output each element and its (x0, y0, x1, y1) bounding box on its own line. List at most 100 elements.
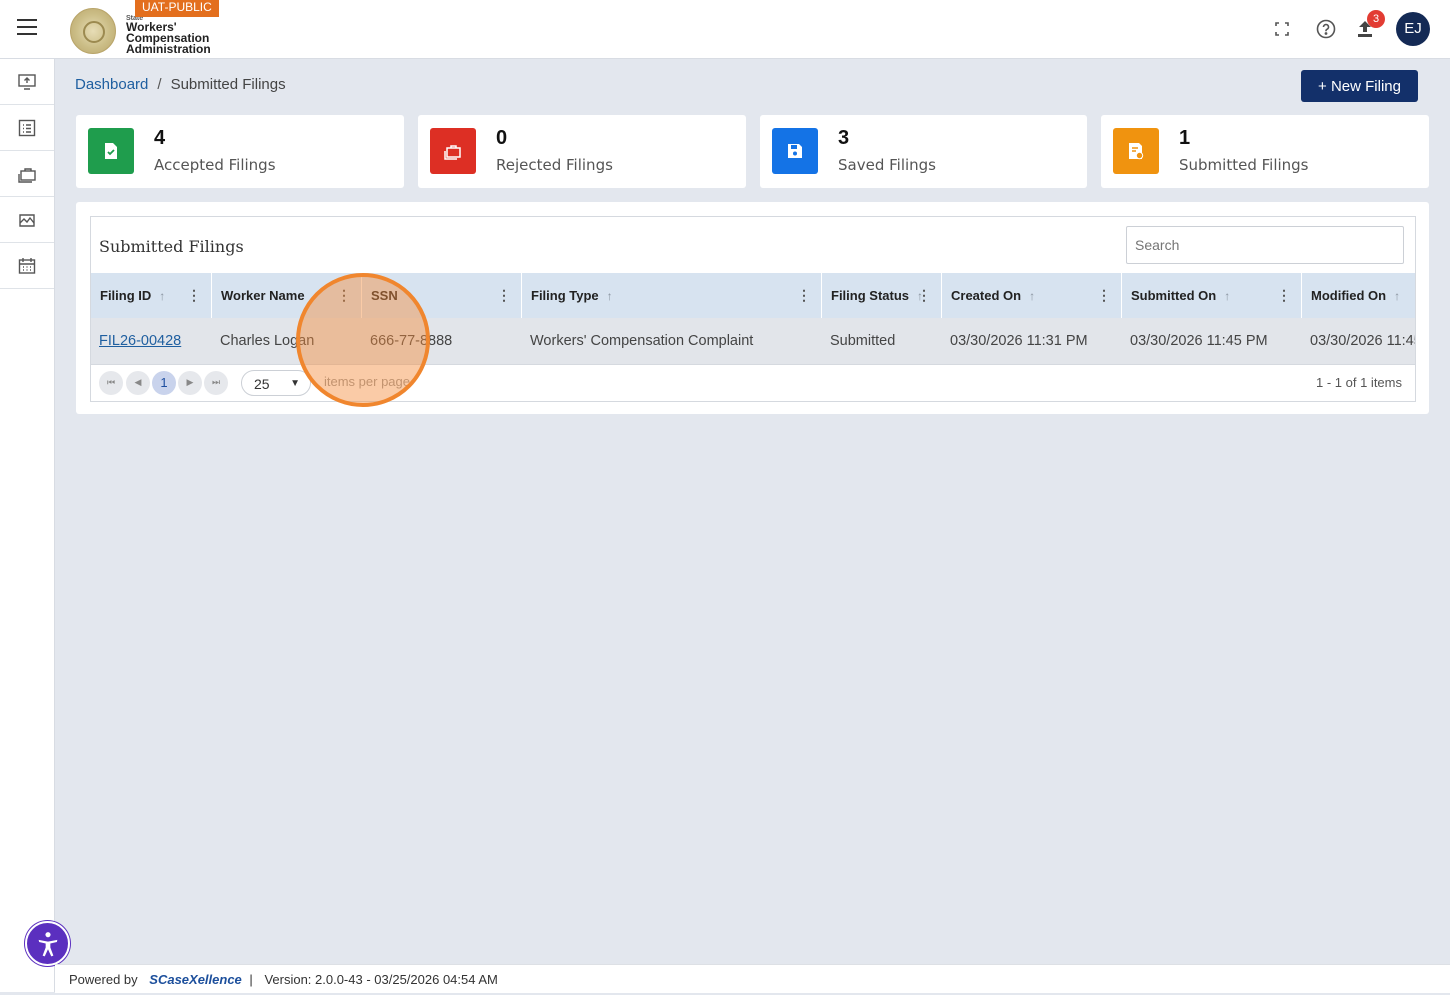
pager-info: 1 - 1 of 1 items (1316, 375, 1402, 390)
prev-page-icon[interactable]: ◀ (126, 371, 150, 395)
table-header: Filing ID ↑ ⋮ Worker Name ⋮ SSN ⋮ Filing … (91, 273, 1415, 318)
next-page-icon[interactable]: ▶ (178, 371, 202, 395)
save-icon (772, 128, 818, 174)
column-label: Modified On (1311, 288, 1387, 303)
environment-badge: UAT-PUBLIC (135, 0, 219, 17)
column-menu-icon[interactable]: ⋮ (337, 273, 351, 318)
column-header-submitted-on[interactable]: Submitted On ↑ ⋮ (1122, 273, 1302, 318)
casexellence-logo: SCaseXellence (149, 972, 242, 987)
sidebar-item-filings[interactable] (0, 105, 54, 151)
sidebar-item-cases[interactable] (0, 151, 54, 197)
grid-title: Submitted Filings (99, 237, 244, 256)
filings-panel: Submitted Filings Filing ID ↑ ⋮ Worker Na… (76, 202, 1429, 414)
briefcase-icon (18, 167, 36, 183)
document-clock-icon (1113, 128, 1159, 174)
powered-by-label: Powered by (69, 972, 138, 987)
first-page-icon[interactable]: ⏮ (99, 371, 123, 395)
column-menu-icon[interactable]: ⋮ (917, 273, 931, 318)
page-size-value: 25 (254, 376, 270, 392)
summary-card-submitted[interactable]: 1 Submitted Filings (1101, 115, 1429, 188)
sort-arrow-icon[interactable]: ↑ (607, 289, 613, 303)
notification-count-badge: 3 (1367, 10, 1385, 28)
cell-filing-type: Workers' Compensation Complaint (530, 333, 754, 349)
chevron-down-icon: ▼ (290, 378, 300, 389)
new-filing-button[interactable]: + New Filing (1301, 70, 1418, 102)
cell-created-on: 03/30/2026 11:31 PM (950, 333, 1088, 349)
breadcrumb-current: Submitted Filings (170, 76, 286, 93)
cell-filing-id: FIL26-00428 (91, 318, 212, 364)
sort-arrow-icon[interactable]: ↑ (1029, 289, 1035, 303)
column-header-filing-type[interactable]: Filing Type ↑ ⋮ (522, 273, 822, 318)
accepted-count: 4 (154, 127, 166, 149)
page-size-select[interactable]: 25 ▼ (241, 370, 311, 396)
column-menu-icon[interactable]: ⋮ (187, 273, 201, 318)
column-menu-icon[interactable]: ⋮ (797, 273, 811, 318)
search-input[interactable] (1126, 226, 1404, 264)
cell-submitted-on: 03/30/2026 11:45 PM (1130, 333, 1268, 349)
cell-ssn: 666-77-8888 (370, 333, 453, 349)
breadcrumb: Dashboard / Submitted Filings (75, 76, 286, 93)
column-menu-icon[interactable]: ⋮ (497, 273, 511, 318)
column-header-created-on[interactable]: Created On ↑ ⋮ (942, 273, 1122, 318)
rejected-label: Rejected Filings (496, 156, 613, 174)
column-label: Submitted On (1131, 288, 1217, 303)
document-image-icon (19, 213, 35, 227)
brand-name: CaseXellence (157, 972, 242, 987)
sidebar (0, 59, 55, 992)
column-header-filing-status[interactable]: Filing Status ↑ ⋮ (822, 273, 942, 318)
summary-card-accepted[interactable]: 4 Accepted Filings (76, 115, 404, 188)
items-per-page-label: items per page (324, 374, 410, 389)
submitted-label: Submitted Filings (1179, 156, 1309, 174)
accessibility-icon (38, 931, 57, 956)
saved-count: 3 (838, 127, 850, 149)
column-label: Filing ID (100, 288, 152, 303)
breadcrumb-separator: / (157, 76, 162, 93)
column-menu-icon[interactable]: ⋮ (1277, 273, 1291, 318)
version-label: Version: 2.0.0-43 - 03/25/2026 04:54 AM (264, 972, 498, 987)
state-seal-logo (70, 8, 116, 54)
sidebar-item-upload[interactable] (0, 59, 54, 105)
checklist-icon (18, 119, 36, 136)
sidebar-item-calendar[interactable] (0, 243, 54, 289)
breadcrumb-dashboard-link[interactable]: Dashboard (75, 76, 148, 93)
user-avatar[interactable]: EJ (1396, 12, 1430, 46)
pager: ⏮ ◀ 1 ▶ ⏭ 25 ▼ items per page 1 - 1 of 1 … (91, 364, 1415, 401)
cell-modified-on: 03/30/2026 11:45 PM (1310, 333, 1415, 349)
fullscreen-icon[interactable] (1271, 18, 1293, 40)
filing-id-link[interactable]: FIL26-00428 (99, 333, 181, 349)
column-menu-icon[interactable]: ⋮ (1097, 273, 1111, 318)
sort-arrow-icon[interactable]: ↑ (1224, 289, 1230, 303)
accepted-label: Accepted Filings (154, 156, 276, 174)
cell-worker-name: Charles Logan (220, 333, 315, 349)
column-header-filing-id[interactable]: Filing ID ↑ ⋮ (91, 273, 212, 318)
saved-label: Saved Filings (838, 156, 936, 174)
sort-arrow-icon[interactable]: ↑ (159, 289, 165, 303)
calendar-icon (18, 257, 36, 274)
footer-separator: | (249, 972, 253, 987)
summary-card-rejected[interactable]: 0 Rejected Filings (418, 115, 746, 188)
help-icon[interactable] (1315, 18, 1337, 40)
table-row[interactable]: FIL26-00428 Charles Logan 666-77-8888 Wo… (91, 318, 1415, 364)
column-label: Filing Status (831, 288, 909, 303)
submitted-count: 1 (1179, 127, 1191, 149)
accessibility-button[interactable] (25, 921, 70, 966)
summary-card-saved[interactable]: 3 Saved Filings (760, 115, 1087, 188)
column-label: Filing Type (531, 288, 599, 303)
sidebar-item-documents[interactable] (0, 197, 54, 243)
cell-filing-status: Submitted (830, 333, 896, 349)
rejected-count: 0 (496, 127, 508, 149)
top-bar: State Workers' Compensation Administrati… (0, 0, 1450, 59)
column-header-modified-on[interactable]: Modified On ↑ (1302, 273, 1415, 318)
filings-grid: Submitted Filings Filing ID ↑ ⋮ Worker Na… (90, 216, 1416, 402)
org-name-line3: Administration (126, 42, 211, 56)
column-header-ssn[interactable]: SSN ⋮ (362, 273, 522, 318)
column-label: SSN (371, 288, 398, 303)
page-number-button[interactable]: 1 (152, 371, 176, 395)
last-page-icon[interactable]: ⏭ (204, 371, 228, 395)
column-header-worker-name[interactable]: Worker Name ⋮ (212, 273, 362, 318)
sort-arrow-icon[interactable]: ↑ (1394, 289, 1400, 303)
upload-monitor-icon (18, 73, 36, 90)
briefcase-stack-icon (430, 128, 476, 174)
document-check-icon (88, 128, 134, 174)
hamburger-menu-icon[interactable] (17, 19, 37, 35)
